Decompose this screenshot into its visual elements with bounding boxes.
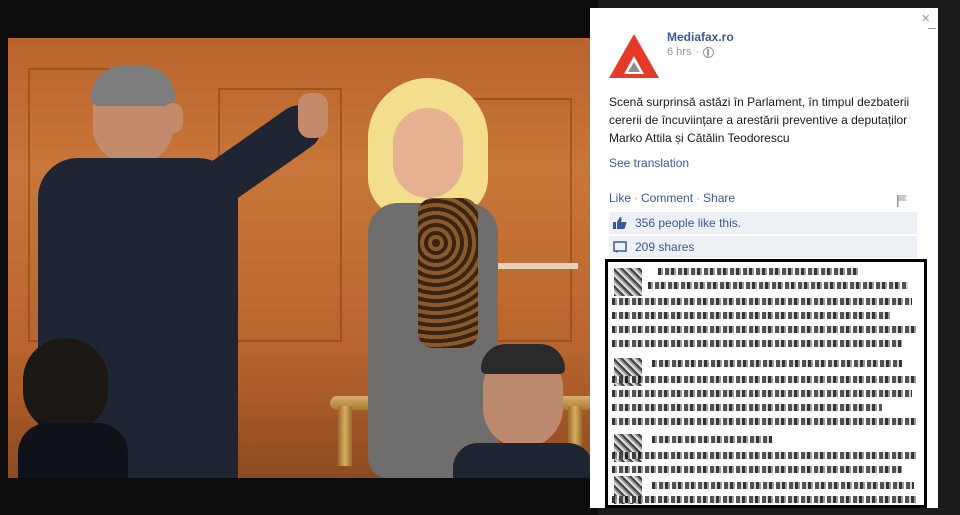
shares-summary[interactable]: 209 shares: [609, 236, 917, 258]
flag-icon[interactable]: [896, 194, 908, 207]
shares-count[interactable]: 209 shares: [635, 240, 694, 254]
like-link[interactable]: Like: [609, 191, 631, 205]
shoulders: [18, 423, 128, 478]
man-hand: [298, 93, 328, 138]
post-photo-area: [0, 0, 598, 515]
man-hand: [163, 103, 183, 133]
leopard-scarf: [418, 198, 478, 348]
dark-hair-head: [23, 338, 108, 433]
woman-face: [393, 108, 463, 198]
redacted-text: [612, 298, 912, 305]
redacted-text: [658, 268, 858, 275]
mediafax-logo[interactable]: [609, 34, 659, 78]
post-actions: Like · Comment · Share: [609, 191, 735, 205]
comment-link[interactable]: Comment: [641, 191, 693, 205]
action-separator: ·: [696, 191, 701, 205]
redacted-comments-section: [605, 259, 927, 508]
post-time[interactable]: 6 hrs: [667, 46, 691, 58]
globe-icon: [703, 46, 715, 58]
glasses-man-hair: [481, 344, 565, 374]
redacted-text: [612, 376, 918, 383]
close-icon[interactable]: ×: [921, 10, 930, 27]
minimize-icon[interactable]: [928, 28, 936, 29]
action-separator: ·: [634, 191, 639, 205]
redacted-text: [612, 312, 892, 319]
redacted-avatar: [614, 268, 642, 296]
glasses-man-suit: [453, 443, 590, 478]
thumbs-up-icon: [613, 217, 627, 229]
likes-count[interactable]: 356 people like this.: [635, 216, 741, 230]
man-hair: [91, 66, 175, 106]
redacted-text: [648, 282, 908, 289]
redacted-text: [652, 436, 772, 443]
redacted-text: [612, 452, 918, 459]
share-link[interactable]: Share: [703, 191, 735, 205]
post-text: Scenă surprinsă astăzi în Parlament, în …: [609, 95, 910, 145]
see-translation-link[interactable]: See translation: [609, 156, 689, 170]
paper-document: [498, 263, 578, 269]
redacted-text: [612, 404, 882, 411]
redacted-text: [612, 418, 918, 425]
redacted-text: [612, 326, 918, 333]
redacted-text: [612, 496, 918, 503]
redacted-text: [612, 340, 902, 347]
meta-separator: ·: [695, 46, 700, 58]
redacted-text: [652, 482, 914, 489]
foreground-man-left: [18, 338, 128, 478]
post-meta: 6 hrs ·: [667, 46, 715, 58]
share-icon: [613, 241, 627, 253]
redacted-text: [612, 390, 912, 397]
redacted-text: [612, 466, 902, 473]
likes-summary[interactable]: 356 people like this.: [609, 212, 917, 234]
foreground-man-right: [453, 344, 590, 478]
redacted-text: [652, 360, 902, 367]
page-name-link[interactable]: Mediafax.ro: [667, 30, 734, 44]
post-photo[interactable]: [8, 38, 590, 478]
